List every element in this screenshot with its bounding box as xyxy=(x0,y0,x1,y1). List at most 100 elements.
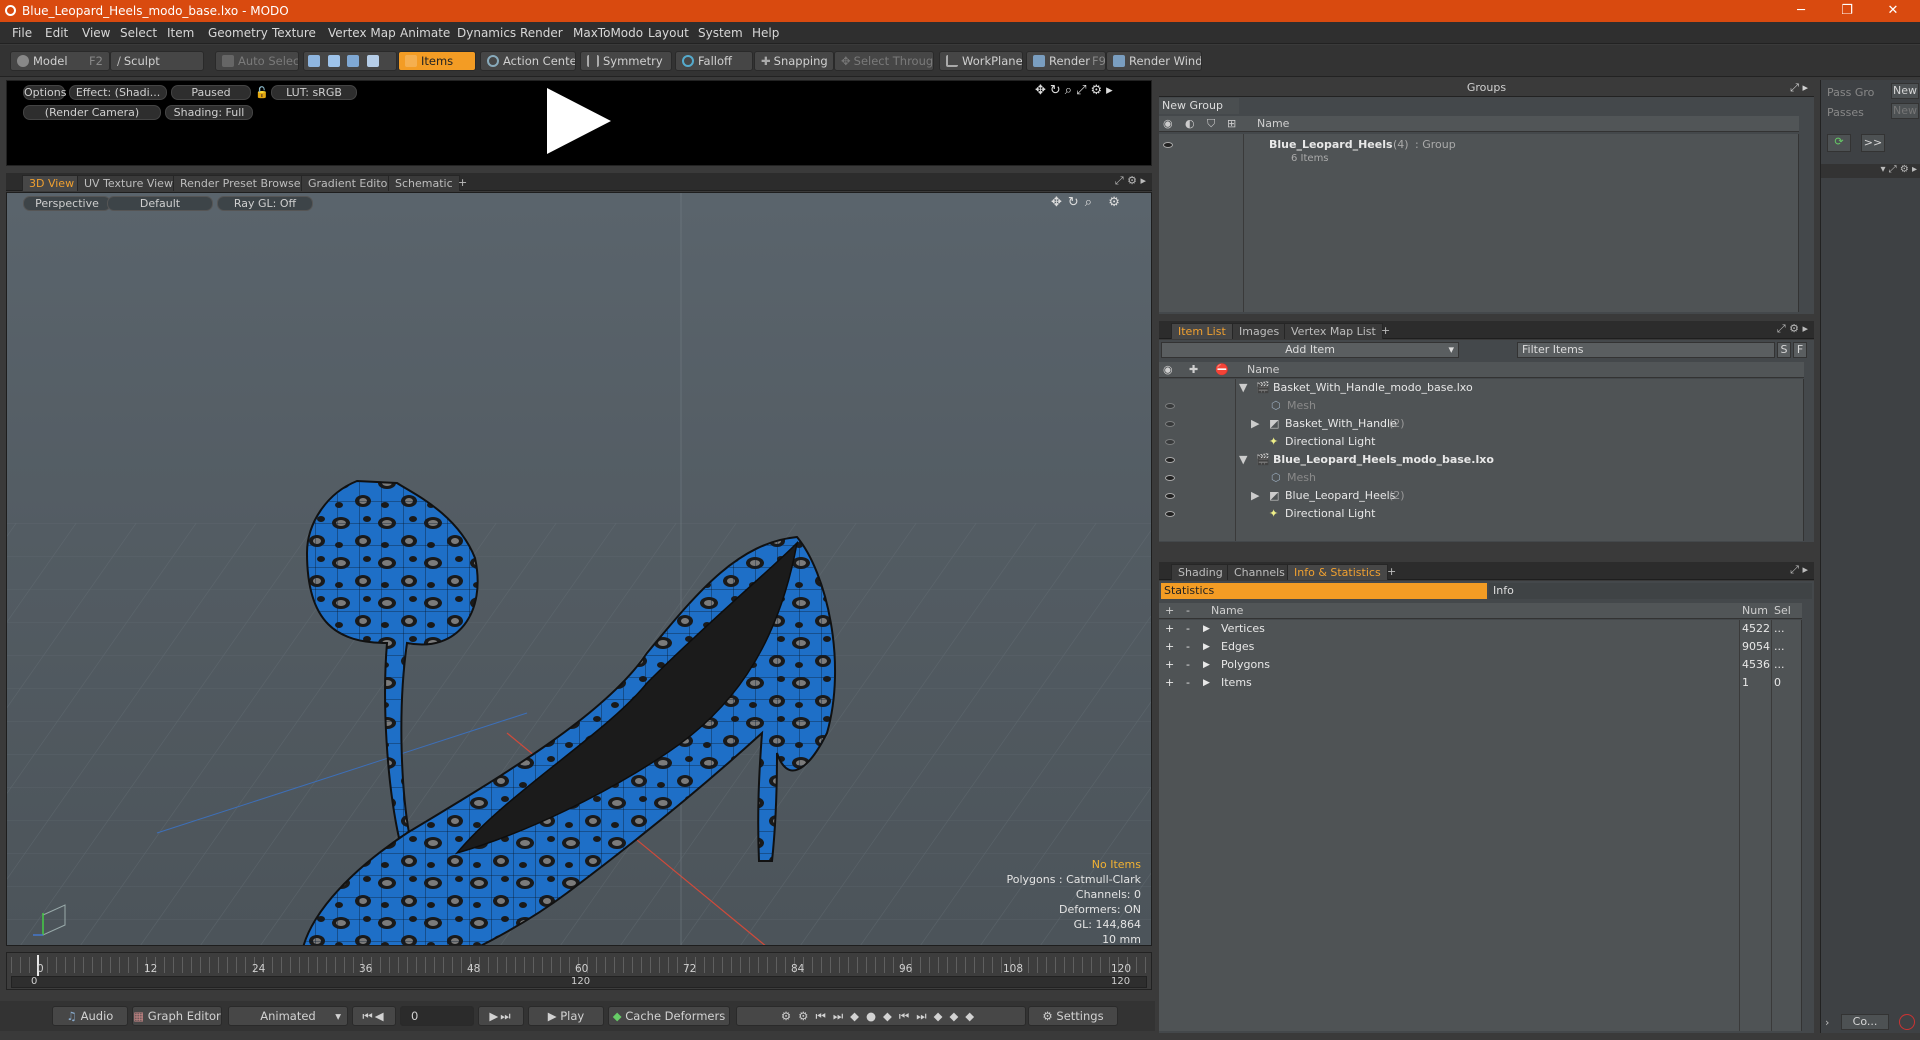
menu-select[interactable]: Select xyxy=(120,26,157,40)
graph-editor-button[interactable]: ▦ Graph Editor xyxy=(132,1006,222,1026)
key-tools-group[interactable]: ⚙⚙⏮⏭◆●◆⏮⏭◆◆◆ xyxy=(736,1006,1026,1026)
groups-panel-menu-icon[interactable]: ⤢ ▸ xyxy=(1790,80,1808,96)
cache-deformers-button[interactable]: ◆ Cache Deformers xyxy=(608,1006,730,1026)
falloff-button[interactable]: Falloff xyxy=(675,51,753,71)
tree-row-light-basket[interactable]: ✦ Directional Light xyxy=(1159,433,1804,451)
expand-button[interactable]: >> xyxy=(1861,134,1885,152)
add-stats-tab-button[interactable]: + xyxy=(1381,564,1402,580)
add-item-button[interactable]: Add Item ▾ xyxy=(1161,342,1459,358)
filter-f-button[interactable]: F xyxy=(1793,342,1807,358)
record-icon[interactable] xyxy=(1899,1014,1915,1030)
maximize-button[interactable]: ❐ xyxy=(1824,0,1870,22)
menu-file[interactable]: File xyxy=(12,26,32,40)
visibility-icon[interactable] xyxy=(1165,475,1175,481)
visibility-icon[interactable] xyxy=(1165,493,1175,499)
expand-arrow-icon[interactable]: ▶ xyxy=(1203,674,1210,692)
menu-geometry[interactable]: Geometry xyxy=(208,26,268,40)
new-pass-group-button[interactable]: New xyxy=(1891,83,1919,99)
add-itemlist-tab-button[interactable]: + xyxy=(1375,323,1396,339)
visibility-icon[interactable] xyxy=(1165,457,1175,463)
tree-row-scene-basket[interactable]: ▼ 🎬 Basket_With_Handle_modo_base.lxo xyxy=(1159,379,1804,397)
model-mode-button[interactable]: Model F2 xyxy=(10,51,110,71)
menu-texture[interactable]: Texture xyxy=(272,26,316,40)
preview-options-button[interactable]: Options xyxy=(23,85,66,100)
command-button[interactable]: Co... xyxy=(1841,1014,1889,1030)
add-tab-button[interactable]: + xyxy=(452,175,473,191)
tree-row-heels-group[interactable]: ▶ ◩ Blue_Leopard_Heels (2) xyxy=(1159,487,1804,505)
play-icon[interactable] xyxy=(547,88,611,154)
tab-vertex-map-list[interactable]: Vertex Map List xyxy=(1284,323,1383,339)
tab-schematic[interactable]: Schematic xyxy=(388,175,460,191)
snapping-button[interactable]: ✚ Snapping xyxy=(754,51,834,71)
menu-animate[interactable]: Animate xyxy=(400,26,450,40)
tab-render-preset-browser[interactable]: Render Preset Browser xyxy=(173,175,313,191)
tab-item-list[interactable]: Item List xyxy=(1171,323,1233,339)
menu-item[interactable]: Item xyxy=(167,26,194,40)
visibility-icon[interactable] xyxy=(1165,403,1175,409)
render-button[interactable]: Render F9 xyxy=(1026,51,1106,71)
close-button[interactable]: ✕ xyxy=(1870,0,1916,22)
materials-mode-icon[interactable] xyxy=(366,55,379,67)
tab-images[interactable]: Images xyxy=(1232,323,1287,339)
expand-arrow-icon[interactable]: ▶ xyxy=(1251,415,1259,433)
3d-viewport[interactable]: Perspective Default Ray GL: Off ✥↻⌕ ⚙ No… xyxy=(6,192,1152,946)
visibility-icon[interactable] xyxy=(1165,511,1175,517)
filter-s-button[interactable]: S xyxy=(1777,342,1791,358)
stats-row-polygons[interactable]: + - ▶ Polygons 4536 ... xyxy=(1159,656,1802,674)
stats-row-edges[interactable]: + - ▶ Edges 9054 ... xyxy=(1159,638,1802,656)
tab-shading[interactable]: Shading xyxy=(1171,564,1230,580)
action-center-button[interactable]: Action Center xyxy=(480,51,576,71)
audio-button[interactable]: ♫ Audio xyxy=(52,1006,128,1026)
preview-effect-dropdown[interactable]: Effect: (Shadi... xyxy=(69,85,167,100)
skip-back-buttons[interactable]: ⏮◀ xyxy=(352,1006,396,1026)
play-button[interactable]: ▶ Play xyxy=(528,1006,604,1026)
expand-arrow-icon[interactable]: ▶ xyxy=(1203,638,1210,656)
symmetry-button[interactable]: Symmetry xyxy=(580,51,672,71)
workplane-button[interactable]: WorkPlane xyxy=(939,51,1023,71)
menu-edit[interactable]: Edit xyxy=(45,26,68,40)
animated-dropdown[interactable]: Animated ▾ xyxy=(228,1006,348,1026)
menu-layout[interactable]: Layout xyxy=(648,26,689,40)
new-pass-button[interactable]: New xyxy=(1891,103,1919,119)
preview-lut-dropdown[interactable]: LUT: sRGB xyxy=(271,85,357,100)
stats-row-items[interactable]: + - ▶ Items 1 0 xyxy=(1159,674,1802,692)
expand-arrow-icon[interactable]: ▶ xyxy=(1203,620,1210,638)
settings-button[interactable]: ⚙ Settings xyxy=(1028,1006,1118,1026)
menu-vertex-map[interactable]: Vertex Map xyxy=(328,26,396,40)
expand-arrow-icon[interactable]: ▶ xyxy=(1203,656,1210,674)
stats-row-vertices[interactable]: + - ▶ Vertices 4522 ... xyxy=(1159,620,1802,638)
pass-panel-menu-icon[interactable]: ▾ ⤢ ⚙ ▸ xyxy=(1821,164,1920,178)
expand-arrow-icon[interactable]: ▼ xyxy=(1239,451,1247,469)
collapse-arrow-icon[interactable]: › xyxy=(1825,1016,1829,1029)
group-row[interactable]: Blue_Leopard_Heels (4) : Group 6 Items xyxy=(1159,136,1799,164)
preview-nav-icons[interactable]: ✥↻⌕⤢⚙▸ xyxy=(1035,83,1117,98)
menu-view[interactable]: View xyxy=(82,26,110,40)
visibility-icon[interactable] xyxy=(1163,142,1173,148)
expand-arrow-icon[interactable]: ▼ xyxy=(1239,379,1247,397)
tree-row-mesh-heels[interactable]: ⬡ Mesh xyxy=(1159,469,1804,487)
render-window-button[interactable]: Render Window xyxy=(1106,51,1202,71)
tree-row-mesh-basket[interactable]: ⬡ Mesh xyxy=(1159,397,1804,415)
tab-3d-view[interactable]: 3D View xyxy=(22,175,82,191)
expand-all-icon[interactable]: + xyxy=(1165,603,1174,618)
preview-camera-dropdown[interactable]: (Render Camera) xyxy=(23,105,161,120)
menu-dynamics[interactable]: Dynamics xyxy=(457,26,516,40)
refresh-icon[interactable]: ⟳ xyxy=(1827,134,1851,152)
collapse-all-icon[interactable]: - xyxy=(1186,603,1190,618)
visibility-icon[interactable] xyxy=(1165,421,1175,427)
menu-render[interactable]: Render xyxy=(520,26,563,40)
sculpt-mode-button[interactable]: / Sculpt xyxy=(110,51,204,71)
preview-paused-button[interactable]: Paused xyxy=(171,85,251,100)
skip-forward-buttons[interactable]: ▶⏭ xyxy=(478,1006,524,1026)
lock-icon[interactable]: 🔓 xyxy=(255,86,269,99)
itemlist-panel-menu-icon[interactable]: ⤢ ⚙ ▸ xyxy=(1777,322,1808,336)
new-group-button[interactable]: New Group xyxy=(1159,98,1239,114)
menu-maxtomodo[interactable]: MaxToModo xyxy=(573,26,643,40)
statistics-tab[interactable]: Statistics xyxy=(1161,583,1487,599)
vertices-mode-icon[interactable] xyxy=(308,55,320,67)
stats-panel-menu-icon[interactable]: ⤢ ▸ xyxy=(1790,563,1808,577)
tree-row-basket-group[interactable]: ▶ ◩ Basket_With_Handle (2) xyxy=(1159,415,1804,433)
polygons-mode-icon[interactable] xyxy=(347,55,360,67)
menu-help[interactable]: Help xyxy=(752,26,779,40)
tab-info-statistics[interactable]: Info & Statistics xyxy=(1287,564,1388,580)
